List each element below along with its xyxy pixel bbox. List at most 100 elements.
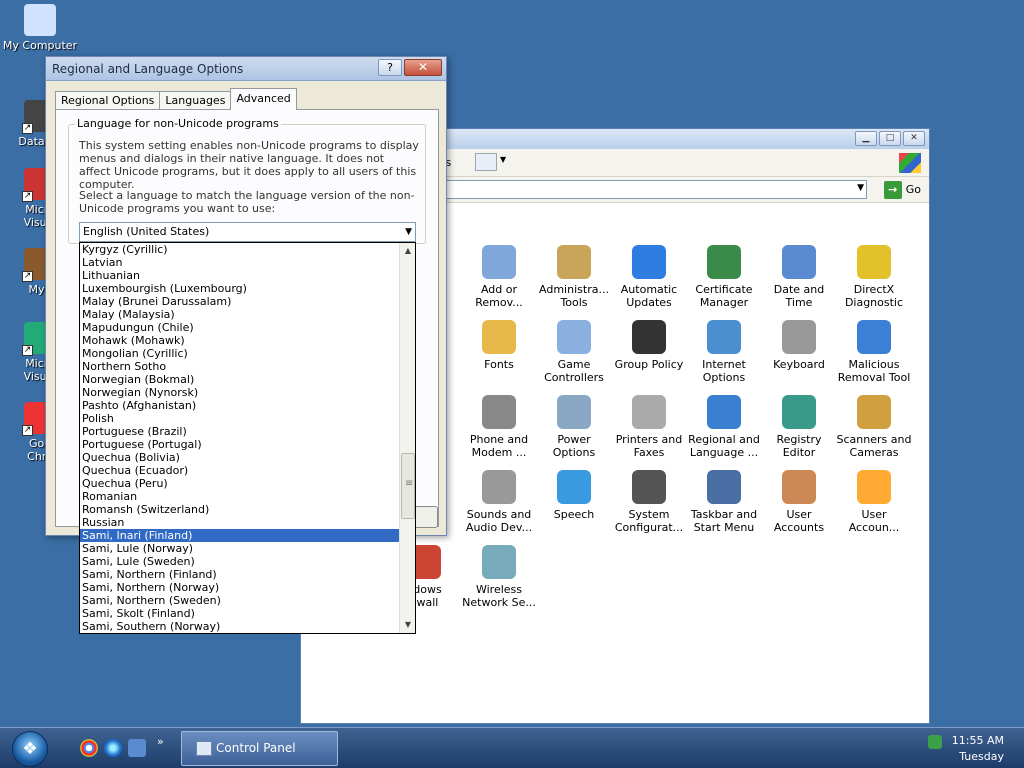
control-panel-item[interactable]: Wireless Network Se... <box>459 545 539 609</box>
control-panel-item[interactable]: Certificate Manager <box>684 245 764 309</box>
control-panel-item[interactable]: Sounds and Audio Dev... <box>459 470 539 534</box>
language-option[interactable]: Sami, Southern (Norway) <box>80 620 400 633</box>
language-option[interactable]: Lithuanian <box>80 269 400 282</box>
control-panel-item[interactable]: Scanners and Cameras <box>834 395 914 459</box>
control-panel-item[interactable]: Power Options <box>534 395 614 459</box>
windows-flag-icon <box>632 245 666 279</box>
system-clock[interactable]: 11:55 AM Tuesday <box>952 733 1004 765</box>
control-panel-item[interactable]: Fonts <box>459 320 539 371</box>
control-panel-item[interactable]: Internet Options <box>684 320 764 384</box>
language-option[interactable]: Latvian <box>80 256 400 269</box>
network-tray-icon[interactable] <box>928 735 942 749</box>
language-option[interactable]: Norwegian (Nynorsk) <box>80 386 400 399</box>
tab-advanced[interactable]: Advanced <box>230 88 297 110</box>
go-label: Go <box>905 183 921 196</box>
go-button[interactable]: → Go <box>883 180 921 199</box>
language-option[interactable]: Pashto (Afghanistan) <box>80 399 400 412</box>
dropdown-scrollbar[interactable]: ▲ ▼ <box>399 243 415 633</box>
chrome-icon[interactable] <box>80 739 98 757</box>
language-dropdown-list[interactable]: Kyrgyz (Cyrillic) Latvian Lithuanian Luxemb… <box>79 242 416 634</box>
control-panel-item[interactable]: Game Controllers <box>534 320 614 384</box>
tab-regional-options[interactable]: Regional Options <box>55 91 161 110</box>
control-panel-item-label: Speech <box>553 508 595 521</box>
desktop-icon[interactable]: My Computer <box>2 4 78 52</box>
language-option[interactable]: Sami, Northern (Norway) <box>80 581 400 594</box>
language-option[interactable]: Quechua (Bolivia) <box>80 451 400 464</box>
control-panel-item-label: Add or Remov... <box>475 283 523 309</box>
language-option[interactable]: Malay (Malaysia) <box>80 308 400 321</box>
language-option[interactable]: Mohawk (Mohawk) <box>80 334 400 347</box>
control-panel-item[interactable]: Automatic Updates <box>609 245 689 309</box>
control-panel-item[interactable]: Registry Editor <box>759 395 839 459</box>
language-option[interactable]: Quechua (Ecuador) <box>80 464 400 477</box>
chevron-down-icon[interactable]: ▼ <box>405 223 412 241</box>
control-panel-item[interactable]: Keyboard <box>759 320 839 371</box>
scroll-down-icon[interactable]: ▼ <box>400 617 415 633</box>
control-panel-item[interactable]: User Accoun... <box>834 470 914 534</box>
control-panel-item[interactable]: User Accounts <box>759 470 839 534</box>
control-panel-item-label: Fonts <box>484 358 514 371</box>
language-option[interactable]: Romansh (Switzerland) <box>80 503 400 516</box>
ie-icon[interactable] <box>104 739 122 757</box>
language-options: Kyrgyz (Cyrillic) Latvian Lithuanian Luxemb… <box>80 243 400 633</box>
language-option[interactable]: Sami, Lule (Norway) <box>80 542 400 555</box>
language-option[interactable]: Luxembourgish (Luxembourg) <box>80 282 400 295</box>
camera-icon <box>857 395 891 429</box>
tab-languages[interactable]: Languages <box>159 91 232 110</box>
help-button[interactable]: ? <box>378 59 402 76</box>
control-panel-item[interactable]: Printers and Faxes <box>609 395 689 459</box>
language-option[interactable]: Mongolian (Cyrillic) <box>80 347 400 360</box>
minimize-button[interactable]: ▁ <box>855 131 877 146</box>
control-panel-item[interactable]: Taskbar and Start Menu <box>684 470 764 534</box>
address-dropdown-icon[interactable]: ▼ <box>857 183 864 193</box>
control-panel-item-label: Malicious Removal Tool <box>837 358 911 384</box>
group-title: Language for non-Unicode programs <box>75 117 281 130</box>
dialog-close-button[interactable]: ✕ <box>404 59 442 76</box>
control-panel-item[interactable]: DirectX Diagnostic <box>834 245 914 309</box>
language-option[interactable]: Malay (Brunei Darussalam) <box>80 295 400 308</box>
control-panel-item[interactable]: Speech <box>534 470 614 521</box>
control-panel-item[interactable]: System Configurat... <box>609 470 689 534</box>
control-panel-item[interactable]: Group Policy <box>609 320 689 371</box>
start-button[interactable]: ❖ <box>12 731 48 767</box>
windows-logo-icon <box>899 153 921 173</box>
language-option[interactable]: Quechua (Peru) <box>80 477 400 490</box>
language-option[interactable]: Portuguese (Portugal) <box>80 438 400 451</box>
language-option[interactable]: Romanian <box>80 490 400 503</box>
close-button[interactable]: ✕ <box>903 131 925 146</box>
views-icon[interactable] <box>475 153 497 171</box>
language-option[interactable]: Sami, Northern (Sweden) <box>80 594 400 607</box>
language-option[interactable]: Sami, Skolt (Finland) <box>80 607 400 620</box>
language-option[interactable]: Mapudungun (Chile) <box>80 321 400 334</box>
control-panel-item[interactable]: Date and Time <box>759 245 839 309</box>
language-select[interactable]: English (United States) ▼ <box>79 222 416 242</box>
control-panel-item[interactable]: Administra... Tools <box>534 245 614 309</box>
quicklaunch-more-icon[interactable]: » <box>157 735 164 748</box>
language-option[interactable]: Sami, Inari (Finland) <box>80 529 400 542</box>
scroll-thumb[interactable] <box>401 453 415 519</box>
language-option[interactable]: Sami, Lule (Sweden) <box>80 555 400 568</box>
taskbar-control-panel-button[interactable]: Control Panel <box>181 731 338 766</box>
language-option[interactable]: Kyrgyz (Cyrillic) <box>80 243 400 256</box>
control-panel-item-label: DirectX Diagnostic <box>844 283 904 309</box>
control-panel-item-label: User Accounts <box>773 508 825 534</box>
language-option[interactable]: Portuguese (Brazil) <box>80 425 400 438</box>
control-panel-item-label: Automatic Updates <box>620 283 678 309</box>
shield-icon <box>857 320 891 354</box>
language-option[interactable]: Sami, Northern (Finland) <box>80 568 400 581</box>
desktop-show-icon[interactable] <box>128 739 146 757</box>
language-option[interactable]: Northern Sotho <box>80 360 400 373</box>
control-panel-icon <box>196 741 212 756</box>
scroll-up-icon[interactable]: ▲ <box>400 243 415 259</box>
language-option[interactable]: Norwegian (Bokmal) <box>80 373 400 386</box>
language-option[interactable]: Russian <box>80 516 400 529</box>
maximize-button[interactable]: □ <box>879 131 901 146</box>
dialog-titlebar[interactable]: Regional and Language Options ? ✕ <box>46 57 446 81</box>
control-panel-item[interactable]: Regional and Language ... <box>684 395 764 459</box>
language-option[interactable]: Polish <box>80 412 400 425</box>
control-panel-item[interactable]: Phone and Modem ... <box>459 395 539 459</box>
control-panel-item[interactable]: Malicious Removal Tool <box>834 320 914 384</box>
control-panel-item[interactable]: Add or Remov... <box>459 245 539 309</box>
views-dropdown-icon[interactable]: ▼ <box>500 155 506 164</box>
control-panel-item-label: Printers and Faxes <box>615 433 683 459</box>
